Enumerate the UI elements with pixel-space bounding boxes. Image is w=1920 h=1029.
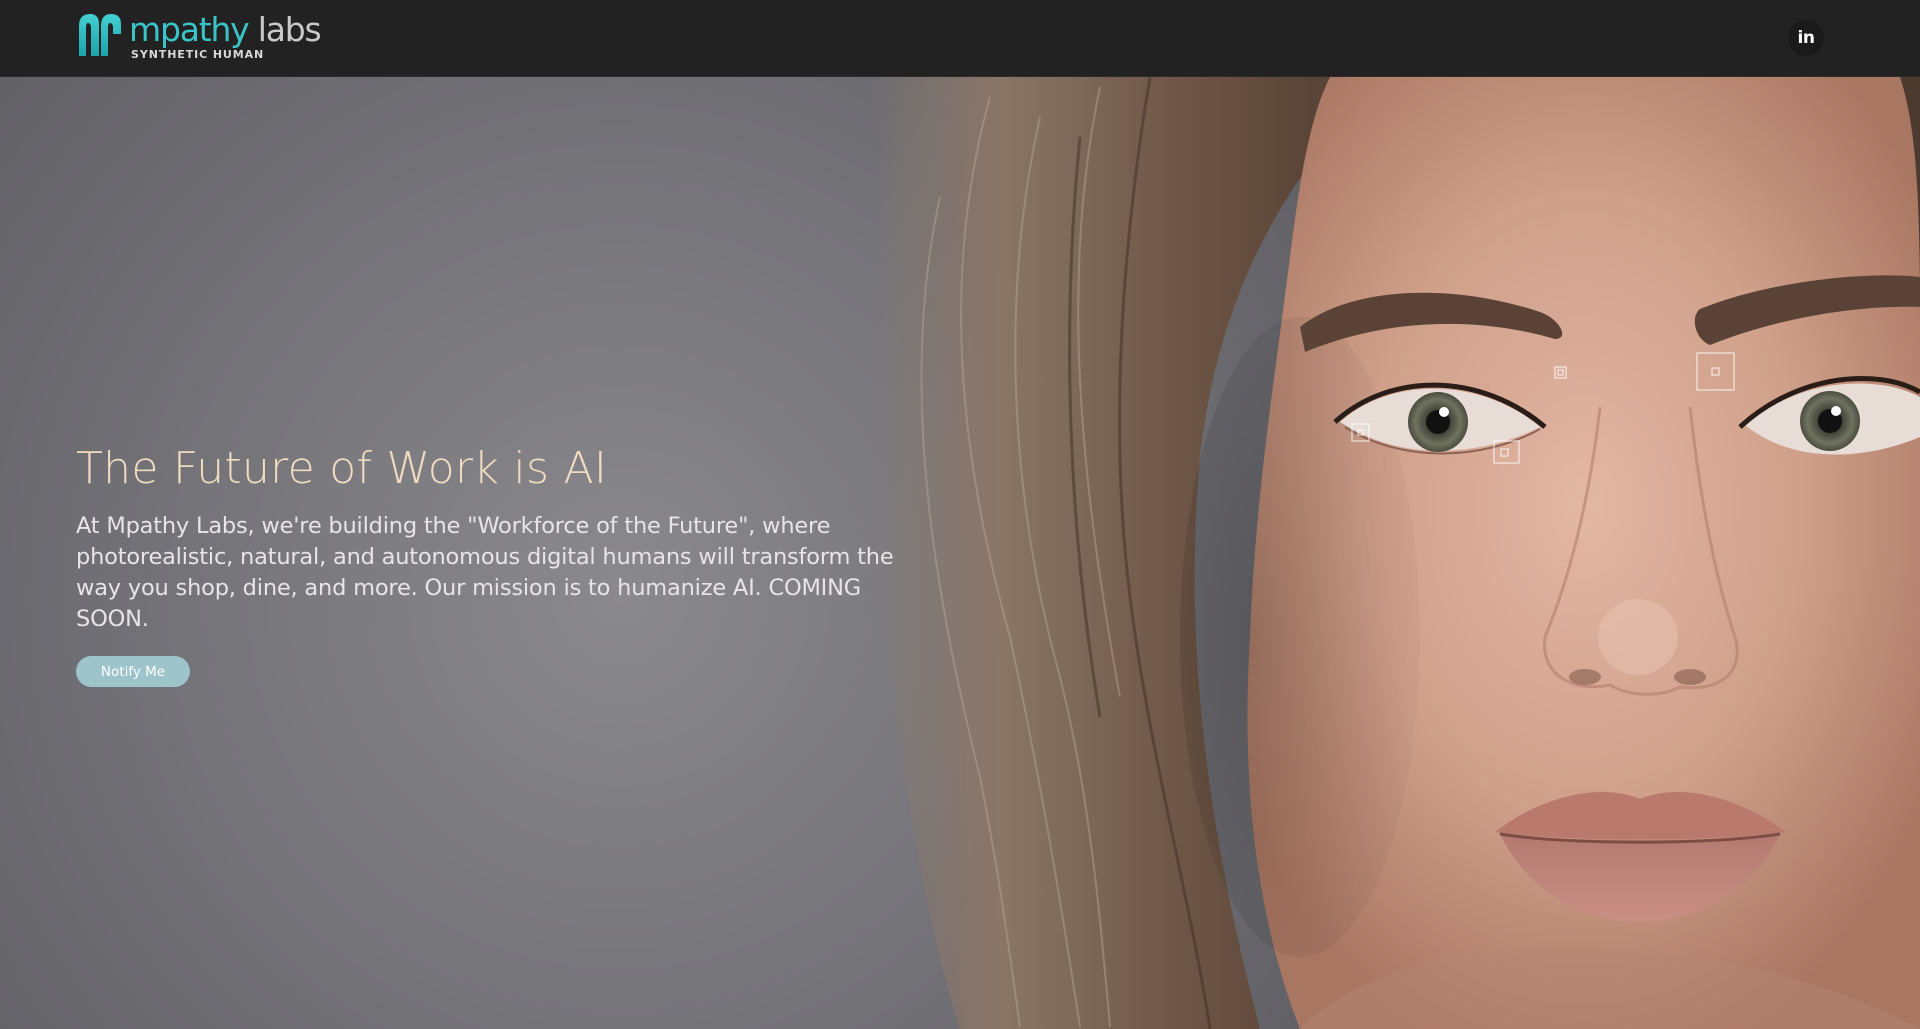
logo-tagline: SYNTHETIC HUMAN (131, 48, 265, 61)
hero-title: The Future of Work is AI (76, 443, 608, 494)
notify-me-button[interactable]: Notify Me (76, 656, 190, 687)
brand-logo[interactable]: mpathy labs SYNTHETIC HUMAN (77, 10, 322, 62)
linkedin-icon: in (1797, 27, 1815, 48)
linkedin-link[interactable]: in (1788, 20, 1824, 56)
hero-description: At Mpathy Labs, we're building the "Work… (76, 513, 894, 632)
mpathy-logo-icon (79, 14, 121, 56)
logo-word-mpathy: mpathy (129, 10, 250, 49)
hero-section: The Future of Work is AI At Mpathy Labs,… (0, 77, 1920, 1029)
site-header: mpathy labs SYNTHETIC HUMAN in (0, 0, 1920, 77)
logo-text: mpathy labs SYNTHETIC HUMAN (129, 10, 322, 62)
logo-wordmark: mpathy labs (129, 10, 322, 49)
logo-word-labs: labs (248, 10, 322, 49)
hero-content: The Future of Work is AI At Mpathy Labs,… (76, 443, 946, 687)
